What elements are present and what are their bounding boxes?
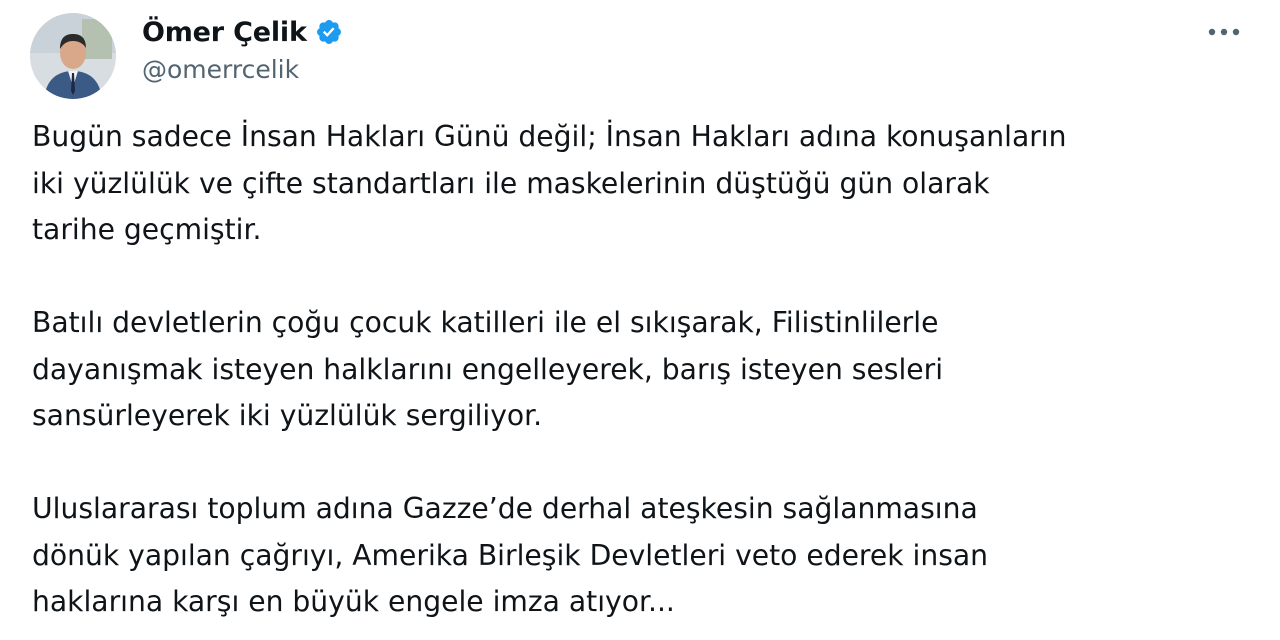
- tweet-paragraph: Uluslararası toplum adına Gazze’de derha…: [32, 486, 1262, 626]
- tweet-line: haklarına karşı en büyük engele imza atı…: [32, 585, 675, 618]
- tweet-line: Batılı devletlerin çoğu çocuk katilleri …: [32, 306, 939, 339]
- tweet-paragraph: Bugün sadece İnsan Hakları Günü değil; İ…: [32, 114, 1262, 254]
- verified-badge-icon[interactable]: [315, 18, 343, 46]
- avatar-photo: [30, 13, 116, 99]
- tweet-line: Uluslararası toplum adına Gazze’de derha…: [32, 492, 978, 525]
- tweet-text: Bugün sadece İnsan Hakları Günü değil; İ…: [32, 114, 1262, 626]
- tweet-line: Bugün sadece İnsan Hakları Günü değil; İ…: [32, 120, 1067, 153]
- avatar[interactable]: [30, 13, 116, 99]
- tweet-line: iki yüzlülük ve çifte standartları ile m…: [32, 166, 990, 200]
- tweet-paragraph: Batılı devletlerin çoğu çocuk katilleri …: [32, 300, 1262, 440]
- author-name-row: Ömer Çelik: [142, 14, 343, 50]
- author-handle[interactable]: @omerrcelik: [142, 55, 299, 84]
- tweet-line: dayanışmak isteyen halklarını engelleyer…: [32, 352, 944, 386]
- tweet-line: sansürleyerek iki yüzlülük sergiliyor.: [32, 399, 543, 432]
- more-horizontal-icon: [1208, 28, 1240, 36]
- more-options-button[interactable]: [1202, 18, 1246, 46]
- tweet-line: tarihe geçmiştir.: [32, 213, 262, 246]
- tweet-line: dönük yapılan çağrıyı, Amerika Birleşik …: [32, 538, 989, 572]
- author-display-name[interactable]: Ömer Çelik: [142, 17, 307, 48]
- tweet-card: Ömer Çelik @omerrcelik Bugün sadece İnsa…: [0, 0, 1280, 640]
